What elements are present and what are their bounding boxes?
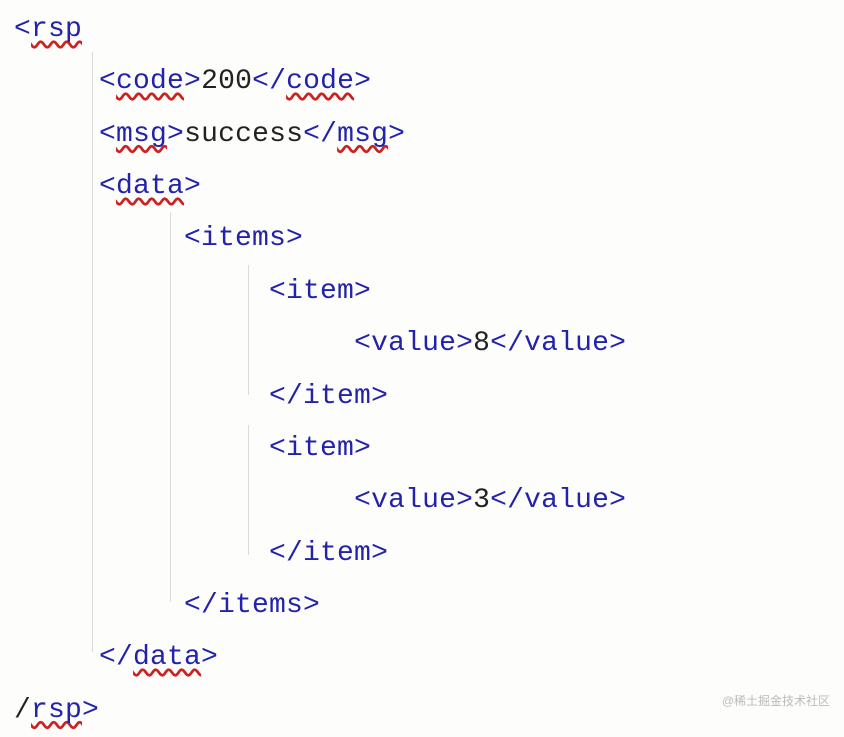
token-txt: success <box>184 119 303 150</box>
indent-guide <box>248 265 249 395</box>
token-tag: </item> <box>269 538 388 569</box>
code-line: </items> <box>14 580 830 632</box>
code-line: <code>200</code> <box>14 56 830 108</box>
indent-guide <box>170 212 171 602</box>
code-line: <data> <box>14 161 830 213</box>
token-tag: <value> <box>354 485 473 516</box>
token-txt: / <box>14 695 31 726</box>
code-line: <item> <box>14 266 830 318</box>
token-tag: </value> <box>490 328 626 359</box>
code-line: <items> <box>14 213 830 265</box>
token-tag: <value> <box>354 328 473 359</box>
code-line: <value>8</value> <box>14 318 830 370</box>
token-tag: > <box>184 66 201 97</box>
token-tag: </item> <box>269 381 388 412</box>
code-line: </item> <box>14 371 830 423</box>
code-line: /rsp> <box>14 685 830 737</box>
token-tag: < <box>14 14 31 45</box>
code-block: <rsp <code>200</code> <msg>success</msg>… <box>14 4 830 737</box>
token-tag: < <box>99 66 116 97</box>
token-err: msg <box>116 119 167 150</box>
token-tag: > <box>201 642 218 673</box>
indent-guide <box>92 52 93 652</box>
token-tag: < <box>99 171 116 202</box>
token-tag: > <box>82 695 99 726</box>
token-err: code <box>116 66 184 97</box>
token-tag: </ <box>99 642 133 673</box>
token-err: code <box>286 66 354 97</box>
token-tag: </ <box>252 66 286 97</box>
token-tag: > <box>167 119 184 150</box>
token-tag: </value> <box>490 485 626 516</box>
token-err: rsp <box>31 14 82 45</box>
token-tag: < <box>99 119 116 150</box>
token-tag: </ <box>303 119 337 150</box>
token-err: data <box>116 171 184 202</box>
token-err: msg <box>337 119 388 150</box>
token-txt: 200 <box>201 66 252 97</box>
code-line: <value>3</value> <box>14 475 830 527</box>
token-tag: > <box>354 66 371 97</box>
token-tag: </items> <box>184 590 320 621</box>
code-line: </item> <box>14 528 830 580</box>
token-txt: 3 <box>473 485 490 516</box>
indent-guide <box>248 425 249 555</box>
code-line: </data> <box>14 632 830 684</box>
token-tag: > <box>184 171 201 202</box>
token-tag: <item> <box>269 276 371 307</box>
token-tag: <item> <box>269 433 371 464</box>
token-tag: <items> <box>184 223 303 254</box>
code-line: <rsp <box>14 4 830 56</box>
token-txt: 8 <box>473 328 490 359</box>
token-tag: > <box>388 119 405 150</box>
token-err: data <box>133 642 201 673</box>
token-err: rsp <box>31 695 82 726</box>
code-line: <msg>success</msg> <box>14 109 830 161</box>
code-line: <item> <box>14 423 830 475</box>
watermark: @稀土掘金技术社区 <box>722 690 830 712</box>
